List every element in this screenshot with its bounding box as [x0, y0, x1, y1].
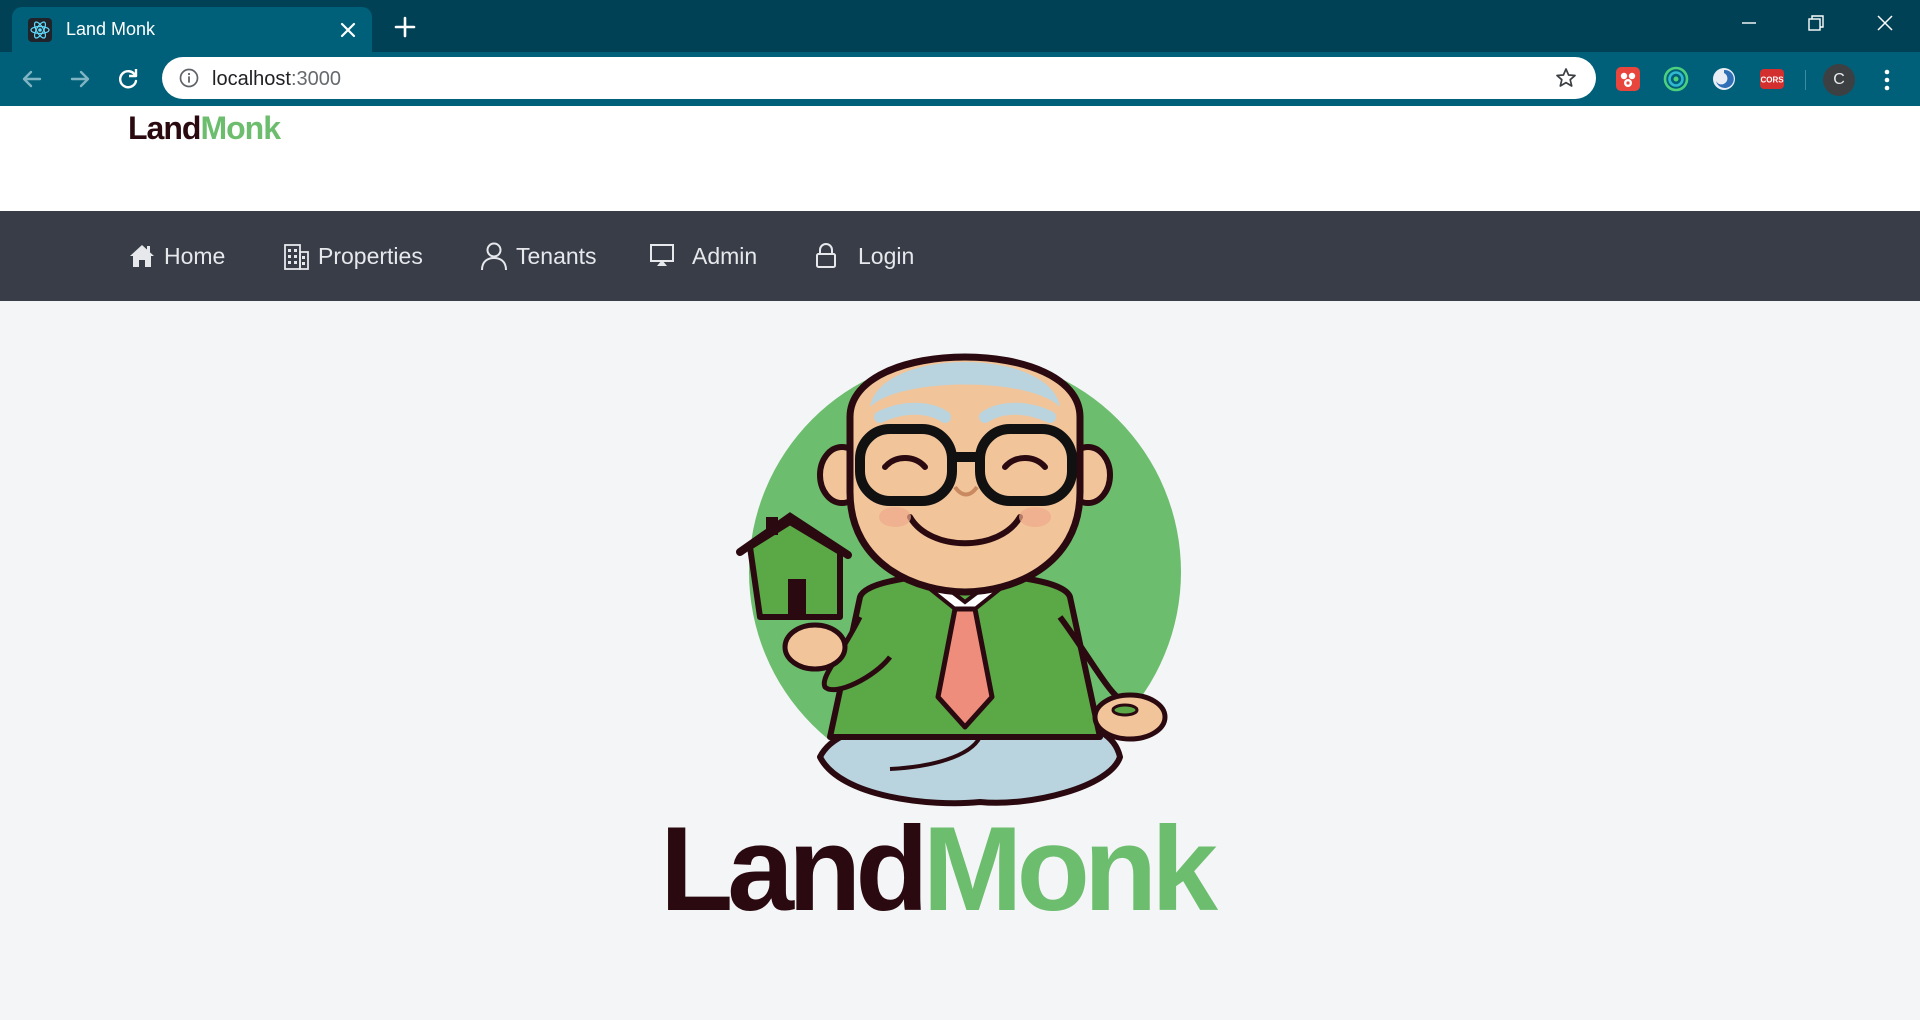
url-host: localhost — [212, 68, 291, 90]
more-menu-icon[interactable] — [1874, 66, 1900, 94]
user-icon — [481, 242, 507, 271]
restore-window-icon[interactable] — [1805, 12, 1827, 34]
bookmark-star-icon[interactable] — [1554, 66, 1578, 90]
address-bar[interactable]: localhost:3000 — [162, 57, 1596, 99]
new-tab-plus-icon[interactable] — [392, 14, 418, 40]
hero-logo-monk-text: Monk — [922, 802, 1218, 936]
nav-item-properties[interactable]: Properties — [282, 211, 423, 301]
url-port: :3000 — [290, 68, 341, 90]
nav-label-home: Home — [164, 242, 226, 269]
site-info-icon[interactable] — [178, 67, 200, 89]
tab-title: Land Monk — [66, 19, 156, 39]
cors-label: CORS — [1760, 76, 1784, 85]
nav-label-properties: Properties — [318, 242, 423, 269]
toolbar-divider — [1805, 70, 1806, 90]
cors-extension-icon[interactable]: CORS — [1758, 65, 1786, 93]
hero-logo-land-text: Land — [660, 802, 929, 936]
url-text[interactable]: localhost:3000 — [212, 68, 341, 91]
nav-label-tenants: Tenants — [516, 242, 597, 269]
site-logo[interactable]: LandMonk — [128, 110, 281, 147]
site-header: LandMonk — [0, 106, 1920, 211]
browser-toolbar: localhost:3000 CORS C — [0, 52, 1920, 106]
browser-tab[interactable]: Land Monk — [12, 7, 372, 52]
nav-item-login[interactable]: Login — [814, 211, 914, 301]
target-extension-icon[interactable] — [1662, 65, 1690, 93]
forward-arrow-icon[interactable] — [66, 65, 94, 93]
nav-item-admin[interactable]: Admin — [648, 211, 757, 301]
hero-section: LandMonk — [0, 301, 1920, 1020]
nav-item-tenants[interactable]: Tenants — [480, 211, 597, 301]
nav-label-admin: Admin — [692, 242, 758, 269]
profile-avatar[interactable]: C — [1823, 64, 1855, 96]
monitor-icon — [650, 244, 674, 266]
home-icon — [130, 245, 154, 267]
lock-icon — [816, 243, 836, 268]
nav-label-login: Login — [858, 242, 915, 269]
close-window-icon[interactable] — [1874, 12, 1896, 34]
logo-land-text: Land — [128, 110, 201, 146]
minimize-window-icon[interactable] — [1738, 12, 1760, 34]
monk-mascot-illustration — [736, 353, 1181, 807]
bug-extension-icon[interactable] — [1614, 65, 1642, 93]
reload-icon[interactable] — [114, 65, 142, 93]
hero-logo: LandMonk — [660, 809, 1260, 929]
swirl-extension-icon[interactable] — [1710, 65, 1738, 93]
back-arrow-icon[interactable] — [18, 65, 46, 93]
building-icon — [284, 244, 309, 270]
main-navbar: Home Properties Tenants Admin Login — [0, 211, 1920, 301]
nav-item-home[interactable]: Home — [128, 211, 225, 301]
react-favicon-icon — [28, 18, 52, 42]
close-tab-icon[interactable] — [338, 20, 358, 40]
logo-monk-text: Monk — [200, 110, 281, 146]
browser-titlebar: Land Monk — [0, 0, 1920, 52]
